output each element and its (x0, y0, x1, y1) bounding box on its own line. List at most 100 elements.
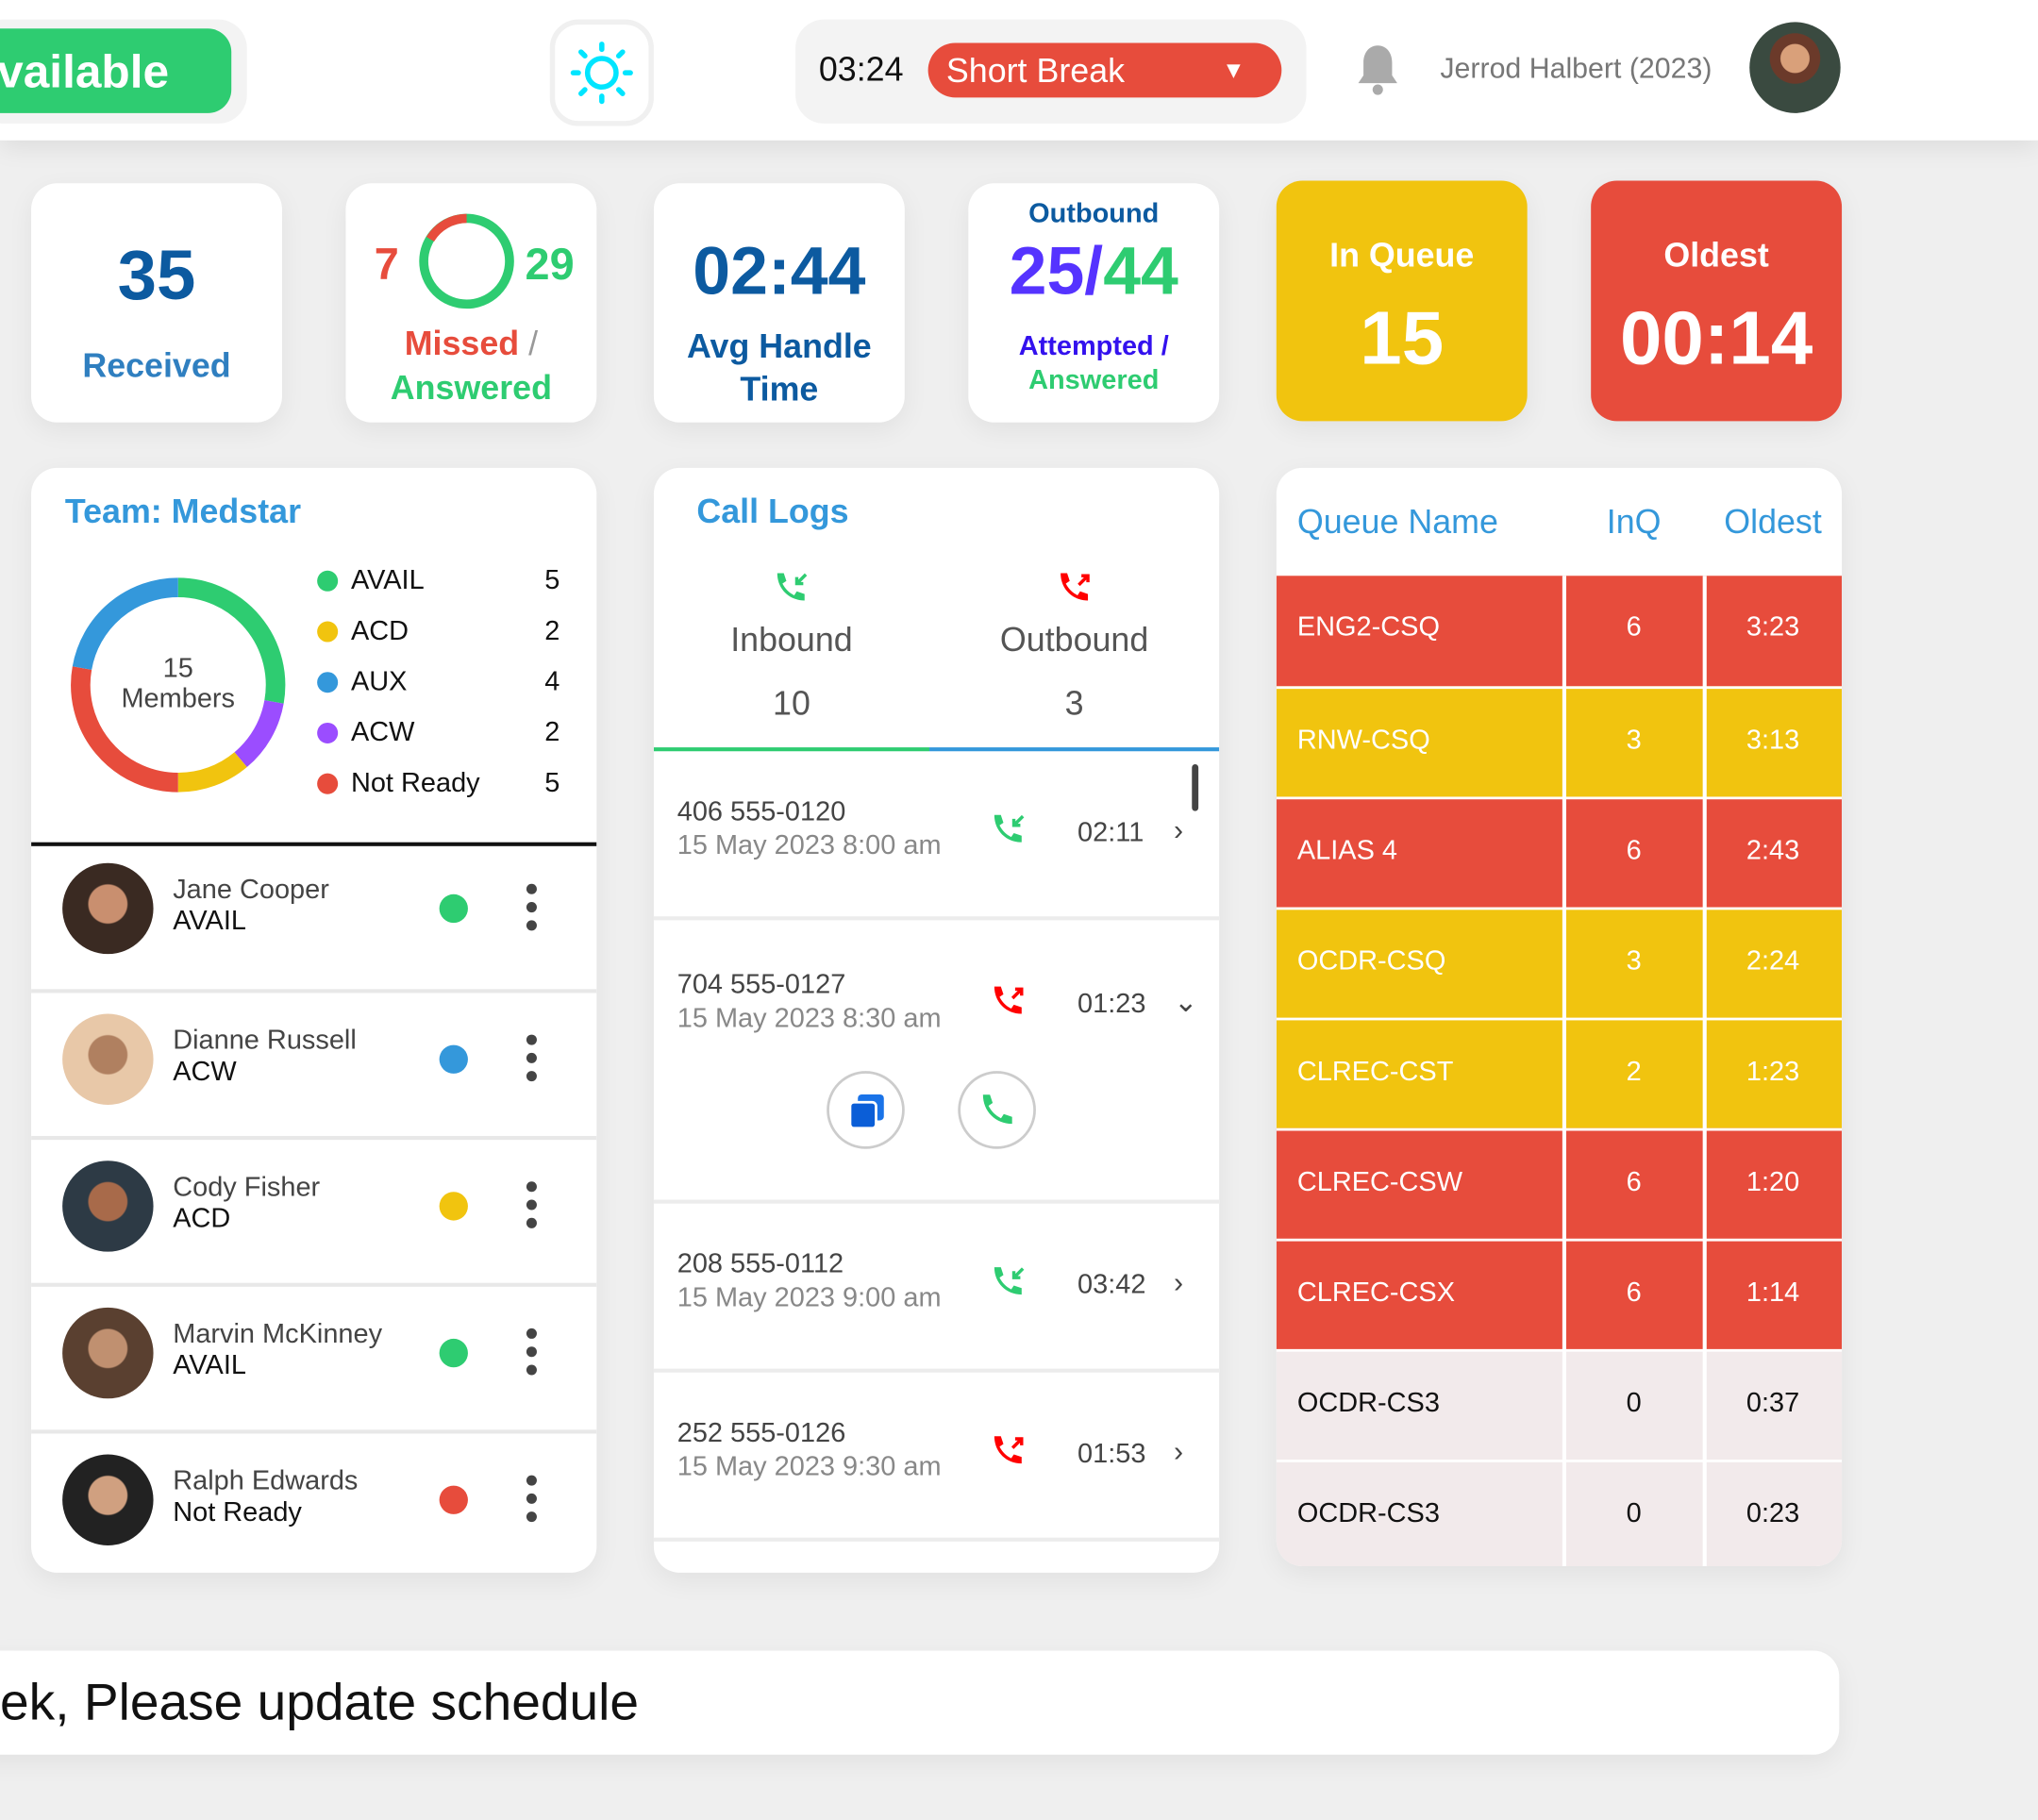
outbound-call-icon (1060, 573, 1090, 601)
legend-count: 5 (544, 768, 560, 798)
outbound-call-icon (994, 986, 1024, 1014)
team-member-row[interactable]: Jane Cooper AVAIL (31, 843, 596, 990)
queue-name: CLREC-CSW (1296, 1167, 1463, 1197)
call-log-row[interactable]: 406 555-0120 15 May 2023 8:00 am 02:11 › (653, 751, 1220, 921)
queue-name: CLREC-CSX (1296, 1277, 1456, 1308)
call-log-row[interactable]: 252 555-0126 15 May 2023 9:30 am 01:53 › (653, 1373, 1220, 1542)
outbound-call-icon (994, 1436, 1024, 1464)
status-dot-icon (317, 570, 339, 592)
queue-row[interactable]: OCDR-CSQ 3 2:24 (1276, 907, 1843, 1018)
queue-row[interactable]: OCDR-CS3 0 0:23 (1276, 1460, 1843, 1567)
call-log-row[interactable]: 704 555-0127 15 May 2023 8:30 am 01:23 ⌄ (653, 920, 1220, 1204)
team-member-row[interactable]: Ralph Edwards Not Ready (31, 1429, 597, 1573)
member-status: ACD (173, 1203, 231, 1234)
attempted-label: Attempted / (1018, 331, 1169, 361)
sun-icon (570, 42, 633, 105)
queue-name: OCDR-CSQ (1296, 945, 1446, 977)
legend-count: 4 (544, 666, 560, 697)
outbound-card: Outbound 25/44 Attempted / Answered (968, 183, 1220, 423)
call-back-button[interactable] (958, 1071, 1036, 1149)
separator: / (1084, 233, 1104, 309)
more-options-icon[interactable] (526, 1034, 539, 1087)
more-options-icon[interactable] (526, 1327, 539, 1380)
inbound-call-icon (777, 573, 808, 601)
call-duration: 02:11 (1077, 817, 1144, 848)
more-options-icon[interactable] (526, 1181, 539, 1233)
theme-toggle-button[interactable] (549, 19, 654, 126)
bell-icon[interactable] (1354, 42, 1401, 96)
call-date: 15 May 2023 8:00 am (677, 830, 942, 860)
received-card: 35 Received (31, 183, 282, 423)
status-dot-icon (317, 621, 339, 643)
chevron-down-icon[interactable]: ⌄ (1174, 985, 1197, 1019)
queue-table: Queue Name InQ Oldest ENG2-CSQ 6 3:23 RNW-C… (1276, 467, 1843, 1567)
tab-outbound[interactable]: Outbound 3 (929, 569, 1219, 748)
oldest-card: Oldest 00:14 (1591, 180, 1843, 422)
queue-row[interactable]: ALIAS 4 6 2:43 (1276, 796, 1843, 908)
more-options-icon[interactable] (526, 883, 539, 936)
received-count: 35 (117, 236, 196, 315)
queue-oldest: 1:20 (1746, 1167, 1800, 1197)
chevron-right-icon[interactable]: › (1174, 813, 1183, 847)
queue-oldest: 1:23 (1746, 1056, 1800, 1087)
queue-row[interactable]: OCDR-CS3 0 0:37 (1276, 1348, 1843, 1461)
missed-answered-card: 7 29 Missed / Answered (345, 183, 597, 423)
queue-row[interactable]: CLREC-CSX 6 1:14 (1276, 1238, 1843, 1349)
missed-answered-ring (419, 213, 514, 309)
queue-oldest: 1:14 (1746, 1277, 1800, 1308)
header-inq[interactable]: InQ (1563, 502, 1704, 543)
call-log-row[interactable]: 208 555-0112 15 May 2023 9:00 am 03:42 › (653, 1204, 1220, 1373)
availability-button[interactable]: Available (0, 28, 232, 113)
queue-oldest: 2:43 (1746, 835, 1800, 866)
avatar (62, 1307, 154, 1399)
queue-oldest: 2:24 (1746, 945, 1800, 977)
status-dot-icon (439, 893, 468, 924)
outbound-answered-label: Answered (1028, 365, 1160, 395)
team-total: 15 (162, 653, 193, 684)
missed-label: Missed (404, 324, 520, 363)
queue-row[interactable]: CLREC-CSW 6 1:20 (1276, 1127, 1843, 1239)
queue-row[interactable]: CLREC-CST 2 1:23 (1276, 1017, 1843, 1128)
call-date: 15 May 2023 9:00 am (677, 1282, 942, 1313)
avatar (62, 1013, 154, 1105)
legend-label: ACW (350, 717, 415, 748)
answered-count: 29 (525, 240, 575, 291)
member-name: Marvin McKinney (173, 1319, 383, 1349)
call-number: 252 555-0126 (677, 1417, 846, 1448)
call-duration: 01:23 (1077, 989, 1146, 1020)
user-avatar[interactable] (1749, 22, 1841, 113)
tab-inbound[interactable]: Inbound 10 (654, 569, 929, 748)
chevron-right-icon[interactable]: › (1174, 1435, 1183, 1469)
team-member-row[interactable]: Marvin McKinney AVAIL (31, 1282, 597, 1430)
queue-inq: 6 (1626, 611, 1642, 643)
team-member-row[interactable]: Dianne Russell ACW (31, 989, 597, 1136)
queue-name: ENG2-CSQ (1296, 611, 1440, 643)
announcement-banner: ek, Please update schedule (0, 1650, 1840, 1755)
copy-icon (848, 1094, 884, 1130)
header-queue-name[interactable]: Queue Name (1297, 502, 1498, 543)
scrollbar[interactable] (1192, 764, 1199, 811)
status-dropdown[interactable]: Short Break ▼ (927, 42, 1282, 98)
queue-row[interactable]: ENG2-CSQ 6 3:23 (1276, 576, 1843, 687)
legend-count: 2 (544, 615, 560, 646)
more-options-icon[interactable] (526, 1475, 539, 1528)
legend-count: 2 (544, 717, 560, 748)
legend-label: AUX (350, 666, 408, 697)
avatar (62, 1454, 154, 1545)
oldest-label: Oldest (1663, 235, 1769, 275)
header-oldest[interactable]: Oldest (1704, 502, 1842, 543)
call-logs-title: Call Logs (696, 491, 849, 531)
team-member-row[interactable]: Cody Fisher ACD (31, 1136, 597, 1283)
chevron-right-icon[interactable]: › (1174, 1266, 1183, 1300)
queue-inq: 6 (1626, 835, 1642, 866)
column-divider (1702, 576, 1707, 1567)
transfer-button[interactable] (827, 1071, 905, 1149)
call-duration: 01:53 (1077, 1439, 1146, 1469)
answered-label: Answered (390, 367, 552, 408)
avg-handle-label-2: Time (740, 369, 819, 409)
outbound-answered-count: 44 (1103, 233, 1178, 309)
queue-row[interactable]: RNW-CSQ 3 3:13 (1276, 686, 1843, 797)
status-dot-icon (439, 1044, 468, 1074)
column-divider (1562, 576, 1567, 1567)
status-dot-icon (439, 1192, 468, 1221)
